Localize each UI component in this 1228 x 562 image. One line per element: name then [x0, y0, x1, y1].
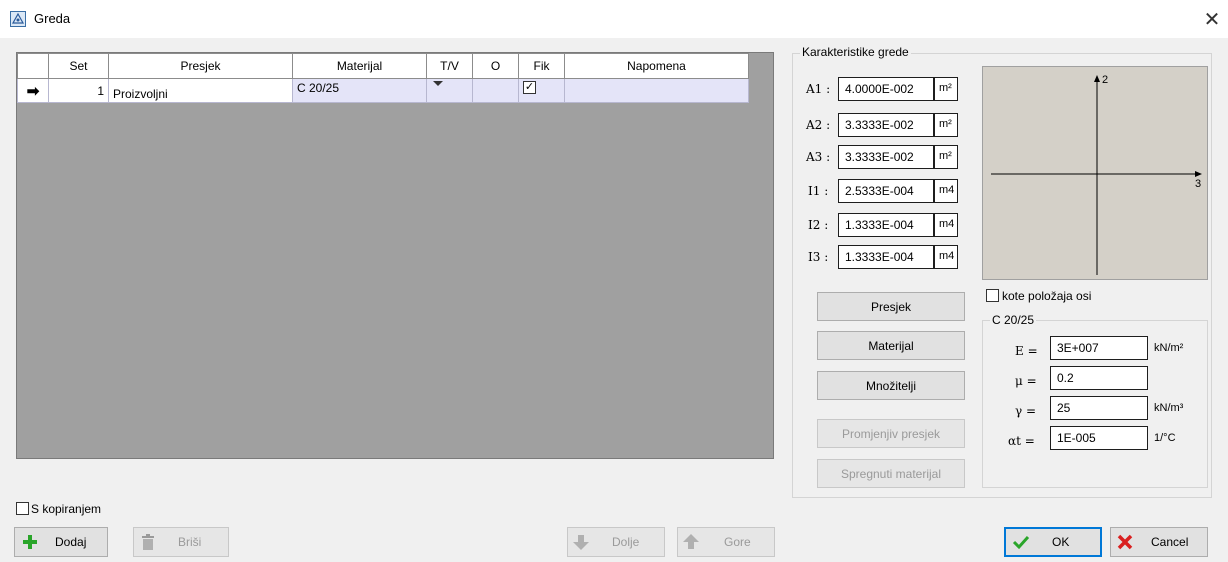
axis-2-arrow-icon — [1094, 75, 1100, 82]
arrow-down-icon — [573, 535, 589, 550]
axis-svg — [991, 75, 1202, 275]
a3-label: A3 : — [806, 150, 831, 164]
close-button[interactable]: ✕ — [1200, 7, 1224, 31]
a3-unit: m² — [934, 145, 958, 169]
ok-button[interactable]: OK — [1004, 527, 1102, 557]
axis-2-label: 2 — [1102, 74, 1109, 86]
col-header-materijal[interactable]: Materijal — [292, 53, 427, 79]
gamma-label: γ = — [1015, 404, 1037, 418]
arrow-up-icon — [683, 534, 699, 549]
presjek-button[interactable]: Presjek — [817, 292, 965, 321]
mu-label: μ = — [1015, 374, 1037, 388]
i3-field[interactable]: 1.3333E-004 — [838, 245, 934, 269]
kote-checkbox[interactable] — [986, 289, 999, 302]
col-header-fik[interactable]: Fik — [518, 53, 565, 79]
cell-presjek[interactable]: Proizvoljni — [108, 78, 293, 103]
kopiranje-checkbox-label[interactable]: S kopiranjem — [31, 502, 101, 516]
mnozitelji-button[interactable]: Množitelji — [817, 371, 965, 400]
axis-diagram: 2 3 — [982, 66, 1208, 280]
e-field[interactable]: 3E+007 — [1050, 336, 1148, 360]
dodaj-label: Dodaj — [55, 535, 87, 549]
i2-label: I2 : — [808, 218, 829, 232]
col-header-set[interactable]: Set — [48, 53, 109, 79]
beam-table: Set Presjek Materijal T/V O Fik Napomena… — [17, 53, 749, 103]
row-header-corner — [17, 53, 49, 79]
cancel-label: Cancel — [1151, 535, 1189, 549]
properties-group-title: Karakteristike grede — [800, 45, 911, 59]
ok-label: OK — [1052, 535, 1070, 549]
alpha-t-label: αt = — [1008, 434, 1035, 448]
checkmark-icon — [1012, 535, 1030, 550]
brisi-button[interactable]: Briši — [133, 527, 229, 557]
col-header-presjek[interactable]: Presjek — [108, 53, 293, 79]
materijal-button[interactable]: Materijal — [817, 331, 965, 360]
col-header-napomena[interactable]: Napomena — [564, 53, 749, 79]
gamma-field[interactable]: 25 — [1050, 396, 1148, 420]
gamma-unit: kN/m³ — [1154, 402, 1184, 414]
e-label: E = — [1015, 344, 1038, 358]
i2-field[interactable]: 1.3333E-004 — [838, 213, 934, 237]
col-header-o[interactable]: O — [472, 53, 519, 79]
a1-label: A1 : — [806, 82, 831, 96]
alpha-t-field[interactable]: 1E-005 — [1050, 426, 1148, 450]
a2-label: A2 : — [806, 118, 831, 132]
gore-label: Gore — [724, 535, 751, 549]
cell-fik[interactable]: ✓ — [518, 78, 565, 103]
a2-field[interactable]: 3.3333E-002 — [838, 113, 934, 137]
trash-icon — [142, 534, 154, 550]
window-title: Greda — [34, 11, 71, 26]
i1-unit: m4 — [934, 179, 958, 203]
i2-unit: m4 — [934, 213, 958, 237]
gore-button[interactable]: Gore — [677, 527, 775, 557]
kopiranje-checkbox[interactable] — [16, 502, 29, 515]
add-icon — [23, 535, 37, 549]
axis-3-label: 3 — [1195, 178, 1202, 190]
cancel-button[interactable]: Cancel — [1110, 527, 1208, 557]
spregnuti-materijal-button[interactable]: Spregnuti materijal — [817, 459, 965, 488]
table-row[interactable]: ➡ 1 Proizvoljni C 20/25 ✓ — [17, 78, 749, 103]
kote-checkbox-label[interactable]: kote položaja osi — [1002, 289, 1091, 303]
a3-field[interactable]: 3.3333E-002 — [838, 145, 934, 169]
beam-grid[interactable]: Set Presjek Materijal T/V O Fik Napomena… — [16, 52, 774, 459]
i1-field[interactable]: 2.5333E-004 — [838, 179, 934, 203]
row-indicator[interactable]: ➡ — [17, 78, 49, 103]
cancel-x-icon — [1117, 534, 1133, 550]
close-icon: ✕ — [1203, 8, 1221, 31]
dolje-label: Dolje — [612, 535, 640, 549]
i3-label: I3 : — [808, 250, 829, 264]
alpha-t-unit: 1/°C — [1154, 432, 1176, 444]
dropdown-arrow-icon[interactable] — [433, 81, 443, 86]
axis-3-arrow-icon — [1195, 171, 1202, 177]
i3-unit: m4 — [934, 245, 958, 269]
cell-materijal[interactable]: C 20/25 — [292, 78, 427, 103]
app-icon — [10, 11, 26, 27]
brisi-label: Briši — [178, 535, 202, 549]
col-header-tv[interactable]: T/V — [426, 53, 473, 79]
i1-label: I1 : — [808, 184, 829, 198]
cell-set[interactable]: 1 — [48, 78, 109, 103]
fik-checkbox[interactable]: ✓ — [523, 81, 536, 94]
promjenjiv-presjek-button[interactable]: Promjenjiv presjek — [817, 419, 965, 448]
material-group-title: C 20/25 — [990, 313, 1037, 327]
mu-field[interactable]: 0.2 — [1050, 366, 1148, 390]
e-unit: kN/m² — [1154, 342, 1184, 354]
dodaj-button[interactable]: Dodaj — [14, 527, 108, 557]
a2-unit: m² — [934, 113, 958, 137]
a1-unit: m² — [934, 77, 958, 101]
cell-tv[interactable] — [426, 78, 473, 103]
title-bar — [0, 0, 1228, 38]
dolje-button[interactable]: Dolje — [567, 527, 665, 557]
cell-napomena[interactable] — [564, 78, 749, 103]
cell-o[interactable] — [472, 78, 519, 103]
current-row-arrow-icon: ➡ — [26, 82, 40, 100]
a1-field[interactable]: 4.0000E-002 — [838, 77, 934, 101]
